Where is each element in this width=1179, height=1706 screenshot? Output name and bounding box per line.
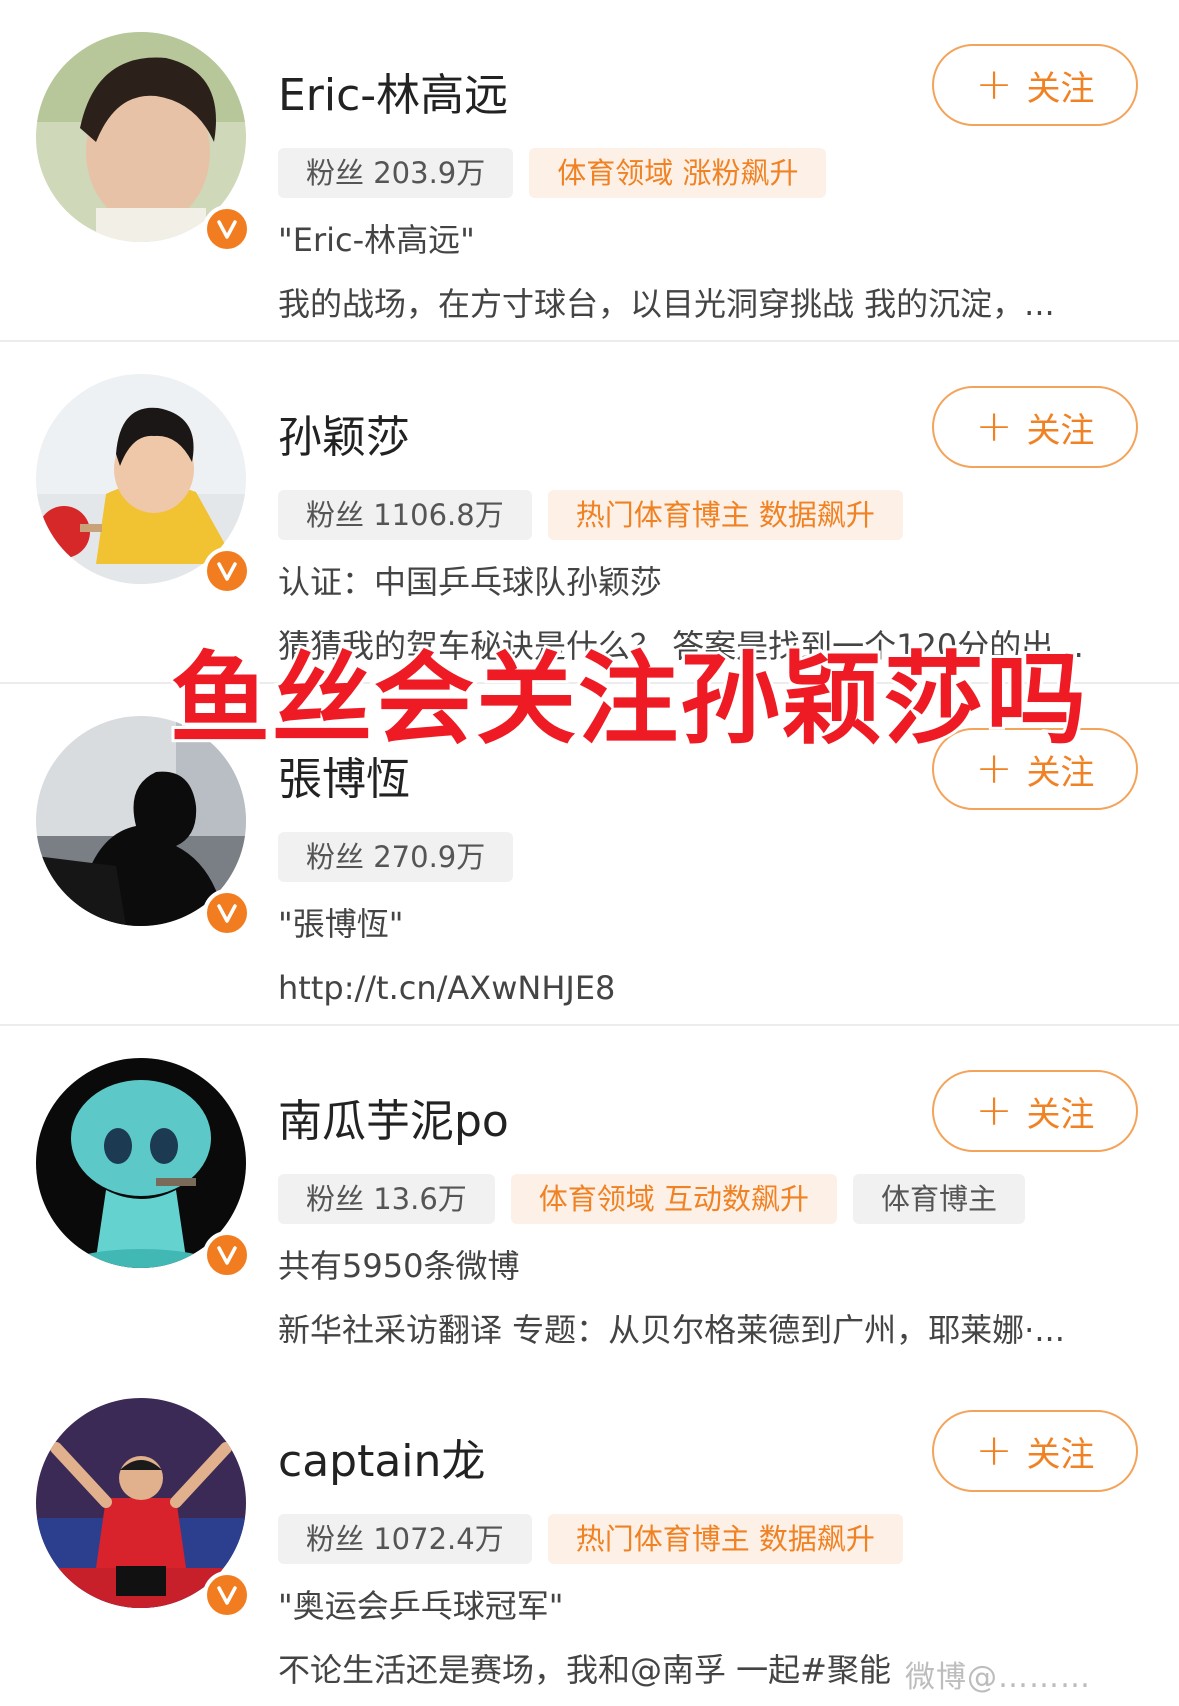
user-card[interactable]: Eric-林高远 粉丝 203.9万 体育领域 涨粉飙升 "Eric-林高远" … [0,0,1179,340]
trend-tag: 热门体育博主 数据飙升 [547,1514,903,1564]
verified-badge-icon [203,205,251,253]
follow-button[interactable]: + 关注 [932,44,1138,126]
user-desc-line1: "奥运会乒乓球冠军" [278,1587,564,1625]
plus-icon: + [975,59,1013,110]
user-tags: 粉丝 13.6万 体育领域 互动数飙升 体育博主 [278,1174,1026,1224]
verified-badge-icon [203,1571,251,1619]
category-tag: 体育博主 [853,1174,1026,1224]
follow-label: 关注 [1026,410,1095,451]
verified-badge-icon [203,1231,251,1279]
watermark: 微博@……… [905,1660,1091,1695]
verified-badge-icon [203,889,251,937]
user-name[interactable]: 張博恆 [278,752,410,808]
plus-icon: + [975,1085,1013,1136]
user-name[interactable]: captain龙 [278,1434,485,1490]
user-name[interactable]: Eric-林高远 [278,68,508,124]
follow-button[interactable]: + 关注 [932,386,1138,468]
plus-icon: + [975,1425,1013,1476]
user-desc-line2: 新华社采访翻译 专题：从贝尔格莱德到广州，耶莱娜·... [278,1311,1065,1349]
user-name[interactable]: 南瓜芋泥po [278,1094,509,1150]
overlay-caption: 鱼丝会关注孙颖莎吗 [167,638,1089,761]
user-card[interactable]: 孙颖莎 粉丝 1106.8万 热门体育博主 数据飙升 认证：中国乒乓球队孙颖莎 … [0,342,1179,682]
trend-tag: 体育领域 涨粉飙升 [529,148,827,198]
user-desc-line2[interactable]: http://t.cn/AXwNHJE8 [278,966,1138,1010]
user-desc-line1: 共有5950条微博 [278,1247,520,1285]
fans-count-tag: 粉丝 203.9万 [278,148,514,198]
verified-badge-icon [203,547,251,595]
follow-label: 关注 [1026,68,1095,109]
user-name[interactable]: 孙颖莎 [278,410,410,466]
user-tags: 粉丝 203.9万 体育领域 涨粉飙升 [278,148,827,198]
follow-label: 关注 [1026,1434,1095,1475]
user-desc-line1: "Eric-林高远" [278,221,475,259]
trend-tag: 热门体育博主 数据飙升 [547,490,903,540]
follow-button[interactable]: + 关注 [932,1070,1138,1152]
fans-count-tag: 粉丝 270.9万 [278,832,514,882]
fans-count-tag: 粉丝 13.6万 [278,1174,495,1224]
follow-label: 关注 [1026,1094,1095,1135]
fans-count-tag: 粉丝 1106.8万 [278,490,532,540]
user-desc-line1: 认证：中国乒乓球队孙颖莎 [278,563,663,601]
plus-icon: + [975,401,1013,452]
user-tags: 粉丝 1072.4万 热门体育博主 数据飙升 [278,1514,903,1564]
user-desc-line2: 不论生活还是赛场，我和@南孚 一起#聚能 [278,1651,891,1689]
user-desc-line2: 我的战场，在方寸球台，以目光洞穿挑战 我的沉淀，... [278,285,1055,323]
user-desc-line1: "張博恆" [278,905,404,943]
user-tags: 粉丝 1106.8万 热门体育博主 数据飙升 [278,490,903,540]
trend-tag: 体育领域 互动数飙升 [510,1174,838,1224]
fans-count-tag: 粉丝 1072.4万 [278,1514,532,1564]
follow-button[interactable]: + 关注 [932,1410,1138,1492]
user-card[interactable]: 南瓜芋泥po 粉丝 13.6万 体育领域 互动数飙升 体育博主 共有5950条微… [0,1026,1179,1366]
user-tags: 粉丝 270.9万 [278,832,514,882]
